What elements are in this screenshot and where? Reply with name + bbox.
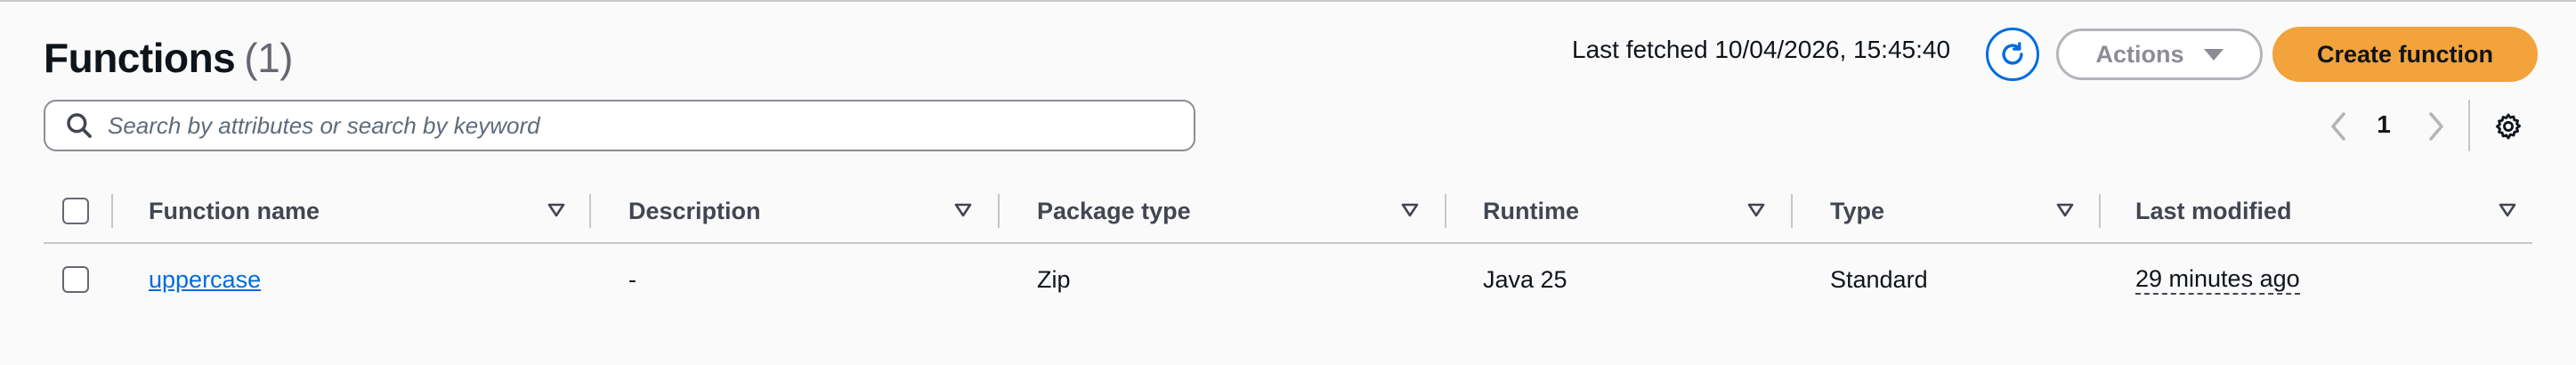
refresh-button[interactable] [1986,28,2039,81]
pagination-divider [2468,100,2470,151]
functions-panel: Functions (1) Last fetched 10/04/2026, 15… [0,2,2576,365]
column-header-last-modified[interactable]: Last modified [2135,180,2292,242]
chevron-left-icon [2331,112,2345,141]
previous-page-button[interactable] [2323,109,2353,144]
current-page-number[interactable]: 1 [2373,110,2394,139]
column-separator [1445,194,1446,228]
column-header-type[interactable]: Type [1830,180,1884,242]
select-all-checkbox[interactable] [62,198,89,224]
column-separator [111,194,113,228]
table-row: uppercase - Zip Java 25 Standard 29 minu… [44,244,2532,315]
type-cell: Standard [1830,265,1928,293]
sort-caret-icon[interactable] [1746,199,1767,221]
page-title-text: Functions [44,35,236,81]
package-type-cell: Zip [1037,265,1071,293]
column-header-package-type[interactable]: Package type [1037,180,1191,242]
refresh-icon [2002,42,2023,65]
page-title: Functions (1) [44,34,293,82]
column-header-runtime[interactable]: Runtime [1483,180,1579,242]
actions-label: Actions [2095,40,2184,68]
column-header-description[interactable]: Description [628,180,761,242]
functions-table: Function name Description Package type R… [44,180,2532,315]
actions-dropdown-button[interactable]: Actions [2056,28,2263,80]
column-header-function-name[interactable]: Function name [149,180,320,242]
row-select-checkbox[interactable] [62,266,89,293]
column-separator [1791,194,1793,228]
function-count: (1) [244,35,293,81]
sort-caret-icon[interactable] [1399,199,1421,221]
create-function-button[interactable]: Create function [2272,27,2538,82]
sort-caret-icon[interactable] [952,199,974,221]
column-separator [2099,194,2101,228]
search-input[interactable] [106,110,1194,141]
runtime-cell: Java 25 [1483,265,1567,293]
function-name-link[interactable]: uppercase [149,266,261,294]
sort-caret-icon[interactable] [2054,199,2076,221]
create-function-label: Create function [2316,40,2494,68]
search-field[interactable] [44,100,1195,151]
sort-caret-icon[interactable] [546,199,567,221]
chevron-right-icon [2429,112,2443,141]
column-separator [589,194,591,228]
caret-down-icon [2203,48,2224,61]
next-page-button[interactable] [2421,109,2451,144]
last-fetched-text: Last fetched 10/04/2026, 15:45:40 [1572,36,1951,63]
table-preferences-button[interactable] [2491,110,2525,143]
column-separator [998,194,1000,228]
search-icon [67,113,92,138]
last-modified-value[interactable]: 29 minutes ago [2135,264,2300,296]
table-header-row: Function name Description Package type R… [44,180,2532,244]
sort-caret-icon[interactable] [2497,199,2518,221]
description-cell: - [628,265,636,293]
settings-gear-icon [2495,113,2522,140]
